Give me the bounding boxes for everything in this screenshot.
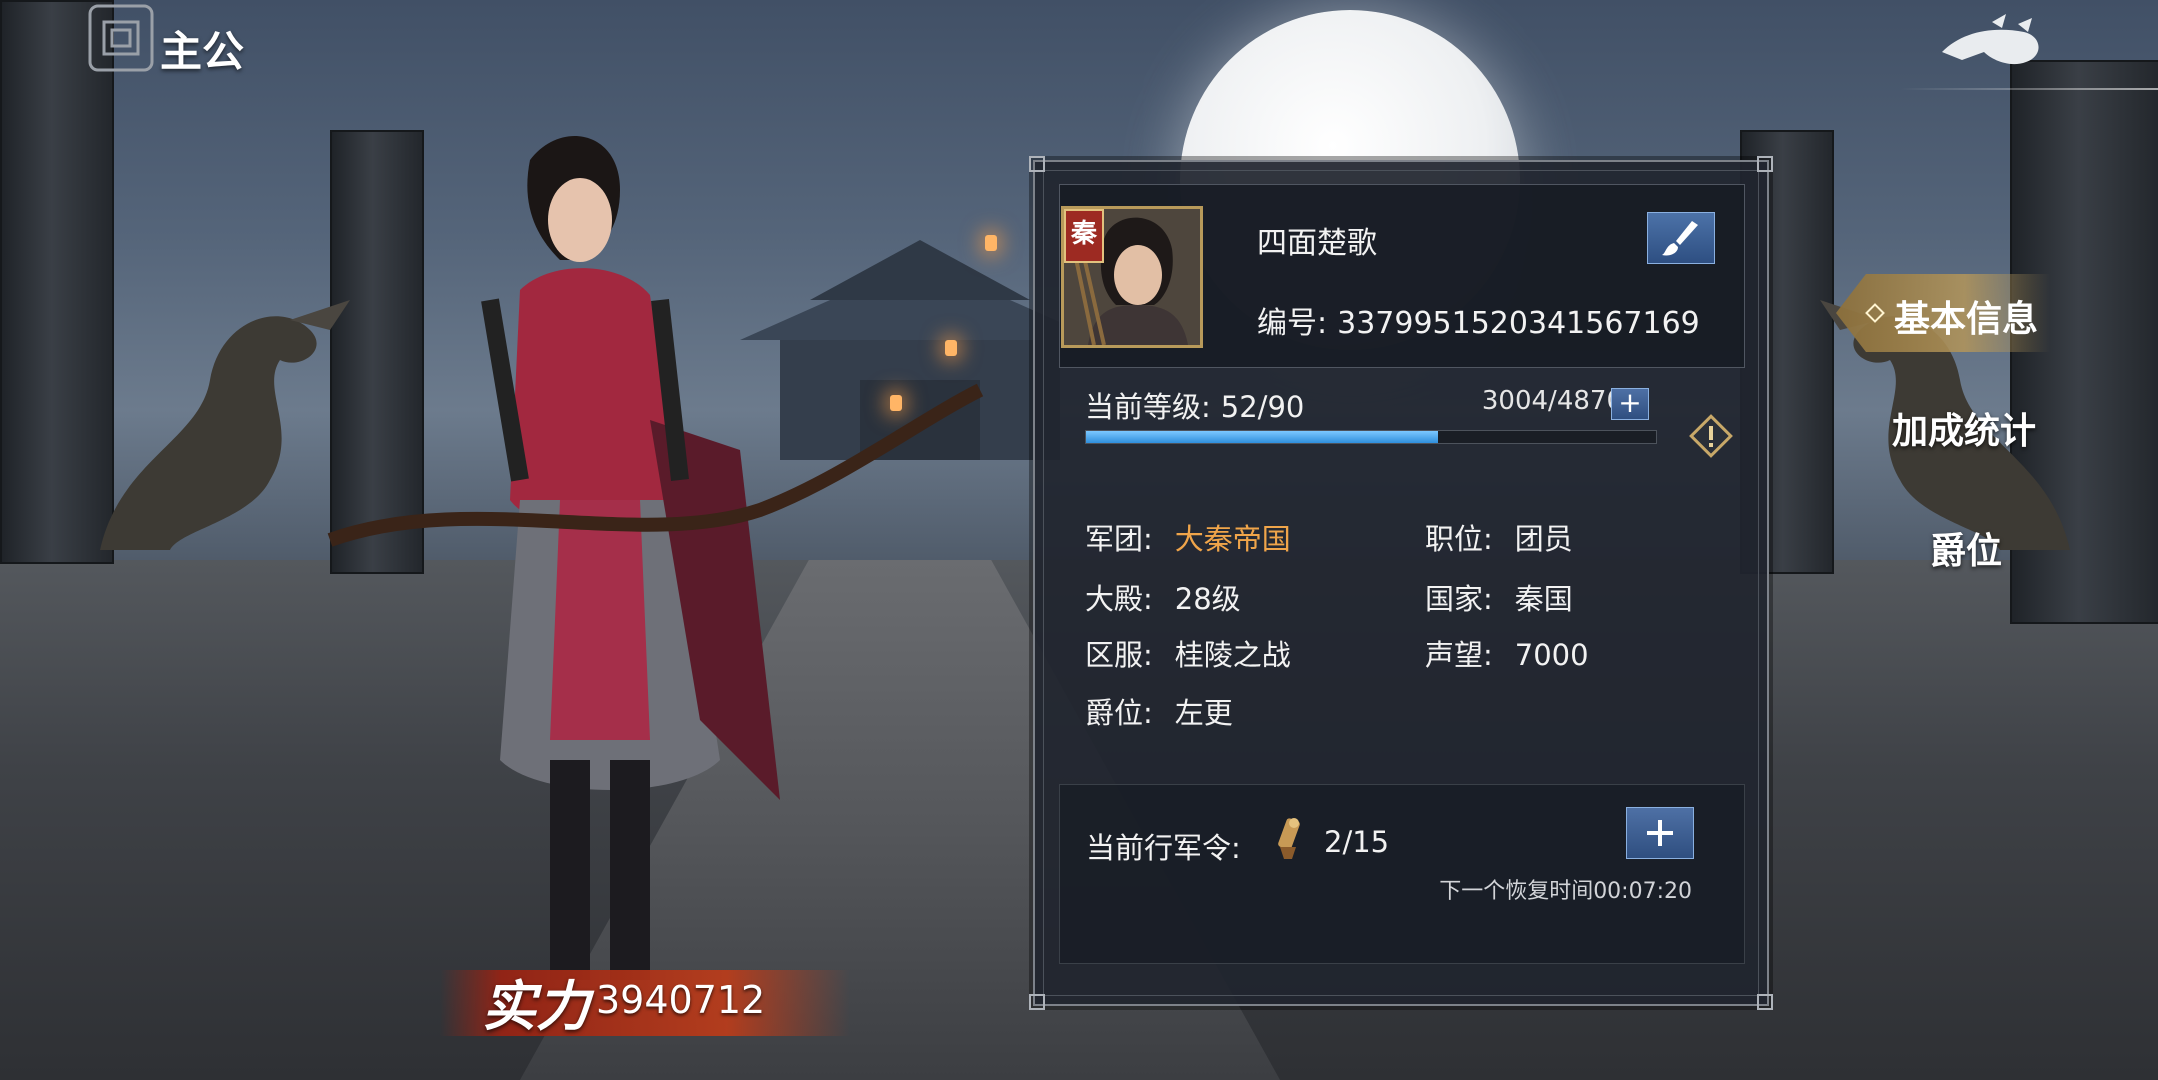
power-label: 实力: [482, 974, 590, 1038]
dragon-back-icon[interactable]: [1932, 12, 2052, 78]
panel-corner: [1757, 156, 1773, 172]
prestige-value: 7000: [1514, 638, 1589, 672]
tab-bonus-stats[interactable]: 加成统计: [1892, 402, 2036, 454]
player-id: 编号: 3379951520341567169: [1257, 298, 1700, 342]
server-label: 区服:: [1085, 638, 1153, 672]
level-value: 52/90: [1220, 390, 1305, 424]
position-row: 职位: 团员: [1425, 516, 1573, 558]
prestige-label: 声望:: [1425, 638, 1493, 672]
march-order-icon: [1278, 818, 1300, 859]
tab-basic-info[interactable]: 基本信息: [1836, 274, 2050, 352]
add-march-order-button[interactable]: [1626, 807, 1694, 859]
legion-label: 军团:: [1085, 522, 1153, 556]
country-value: 秦国: [1514, 582, 1573, 616]
panel-corner: [1029, 994, 1045, 1010]
exp-text: 3004/4870: [1481, 386, 1623, 416]
march-label: 当前行军令:: [1086, 831, 1241, 865]
recover-timer: 下一个恢复时间00:07:20: [1439, 879, 1692, 904]
player-id-label: 编号:: [1257, 306, 1328, 341]
legion-row: 军团: 大秦帝国: [1085, 516, 1291, 558]
nation-badge: 秦: [1064, 209, 1104, 263]
avatar[interactable]: 秦: [1061, 206, 1203, 348]
panel-corner: [1757, 994, 1773, 1010]
hall-row: 大殿: 28级: [1085, 576, 1241, 618]
level-display: 当前等级: 52/90: [1085, 384, 1304, 426]
exp-bar: [1085, 430, 1657, 444]
country-row: 国家: 秦国: [1425, 576, 1573, 618]
profile-panel: 秦 四面楚歌 编号: 3379951520341567169 当前等级: 52/90…: [1029, 156, 1773, 1010]
position-label: 职位:: [1425, 522, 1493, 556]
player-name: 四面楚歌: [1257, 226, 1377, 261]
hall-value: 28级: [1174, 582, 1241, 616]
diamond-icon: [1865, 303, 1885, 323]
character-model[interactable]: [320, 120, 1040, 1000]
server-row: 区服: 桂陵之战: [1085, 632, 1291, 674]
panel-corner: [1029, 156, 1045, 172]
rank-value: 左更: [1174, 696, 1233, 730]
hall-label: 大殿:: [1085, 582, 1153, 616]
country-label: 国家:: [1425, 582, 1493, 616]
page-title: 主公: [160, 27, 245, 76]
rank-label: 爵位:: [1085, 696, 1153, 730]
march-count: 2/15: [1324, 825, 1390, 859]
emblem-icon: [88, 4, 154, 72]
edit-profile-button[interactable]: [1647, 212, 1715, 264]
player-id-value: 3379951520341567169: [1337, 306, 1700, 341]
header-divider: [1900, 88, 2158, 90]
prestige-row: 声望: 7000: [1425, 632, 1589, 674]
power-value: 3940712: [596, 978, 766, 1022]
plus-icon: [1647, 820, 1673, 846]
rank-row: 爵位: 左更: [1085, 690, 1233, 732]
level-label: 当前等级:: [1085, 390, 1211, 424]
warning-icon[interactable]: [1689, 414, 1733, 458]
power-display: 实力 3940712: [440, 962, 860, 1042]
march-order-box: 当前行军令: 2/15 下一个恢复时间00:07:20: [1059, 784, 1745, 964]
server-value: 桂陵之战: [1174, 638, 1291, 672]
brush-icon: [1662, 221, 1698, 256]
legion-value[interactable]: 大秦帝国: [1175, 522, 1291, 556]
tab-basic-info-label: 基本信息: [1894, 299, 2039, 340]
exp-bar-fill: [1086, 431, 1438, 443]
position-value: 团员: [1514, 522, 1573, 556]
tab-nobility[interactable]: 爵位: [1930, 522, 2002, 574]
add-exp-button[interactable]: +: [1611, 388, 1649, 420]
